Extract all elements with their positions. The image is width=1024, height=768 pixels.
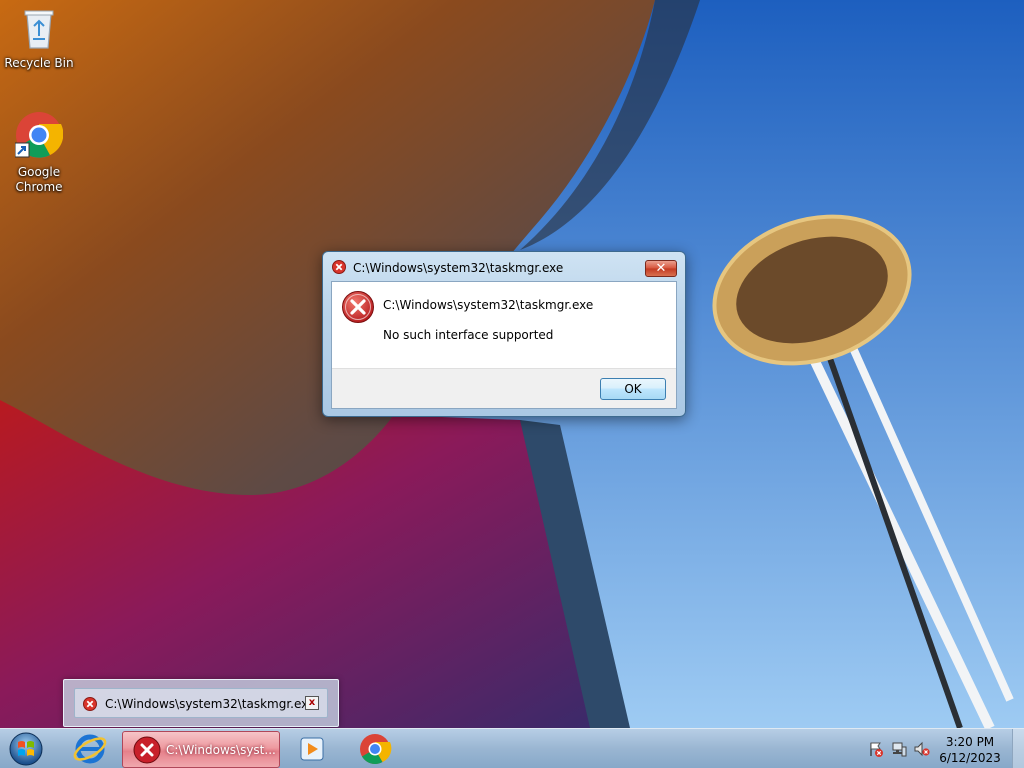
chrome-icon: [1, 111, 77, 163]
internet-explorer-icon: [73, 734, 107, 764]
dialog-titlebar[interactable]: C:\Windows\system32\taskmgr.exe ✕: [323, 252, 685, 282]
error-icon: [133, 736, 161, 767]
show-desktop-button[interactable]: [1012, 729, 1024, 768]
desktop-icon-recycle-bin[interactable]: Recycle Bin: [1, 6, 77, 71]
chrome-icon: [360, 734, 392, 765]
taskbar-button-label: C:\Windows\syst...: [166, 743, 276, 757]
network-icon[interactable]: [891, 741, 907, 760]
dialog-button-area: OK: [332, 368, 676, 408]
dialog-close-button[interactable]: ✕: [645, 260, 677, 277]
taskbar-google-chrome[interactable]: [350, 729, 400, 768]
error-dialog: C:\Windows\system32\taskmgr.exe ✕ C:\Win…: [322, 251, 686, 417]
volume-muted-icon[interactable]: [914, 741, 930, 760]
close-icon: x: [308, 697, 316, 708]
system-clock[interactable]: 3:20 PM 6/12/2023: [938, 734, 1002, 766]
desktop-icon-label: Recycle Bin: [4, 56, 74, 70]
dialog-message-heading: C:\Windows\system32\taskmgr.exe: [383, 298, 594, 312]
taskbar-error-window-button[interactable]: C:\Windows\syst...: [122, 731, 280, 768]
taskbar: C:\Windows\syst... 3:20 PM 6/12/2023: [0, 728, 1024, 768]
media-player-icon: [300, 737, 324, 761]
action-center-flag-icon[interactable]: [868, 741, 884, 760]
taskbar-media-player[interactable]: [288, 729, 336, 768]
dialog-title: C:\Windows\system32\taskmgr.exe: [353, 261, 564, 275]
desktop-icon-label-line2: Chrome: [15, 180, 63, 194]
taskbar-internet-explorer[interactable]: [66, 729, 114, 768]
notification-area: 3:20 PM 6/12/2023: [854, 729, 1024, 768]
thumbnail-title: C:\Windows\system32\taskmgr.exe: [105, 697, 316, 711]
start-orb-icon: [9, 732, 43, 766]
thumbnail-title-row[interactable]: C:\Windows\system32\taskmgr.exe x: [74, 688, 328, 718]
close-icon: ✕: [655, 261, 667, 276]
taskbar-thumbnail-preview[interactable]: C:\Windows\system32\taskmgr.exe x: [63, 679, 339, 727]
error-icon: [332, 260, 346, 277]
error-icon: [341, 290, 375, 327]
dialog-message-text: No such interface supported: [383, 328, 554, 342]
recycle-bin-icon: [1, 6, 77, 54]
dialog-content: C:\Windows\system32\taskmgr.exe No such …: [331, 281, 677, 409]
ok-button[interactable]: OK: [600, 378, 666, 400]
start-button[interactable]: [4, 729, 50, 768]
desktop-icon-google-chrome[interactable]: Google Chrome: [1, 111, 77, 195]
error-icon: [83, 697, 97, 714]
thumbnail-close-button[interactable]: x: [305, 696, 319, 710]
clock-time: 3:20 PM: [945, 735, 995, 749]
desktop-icon-label-line1: Google: [17, 165, 61, 179]
clock-date: 6/12/2023: [939, 751, 1001, 765]
